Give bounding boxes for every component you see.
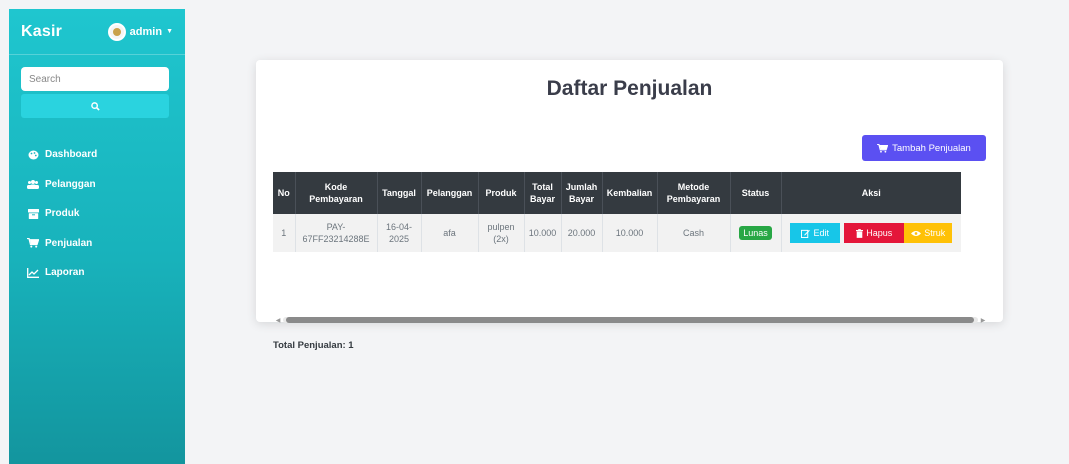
sidebar-item-label: Dashboard	[45, 149, 98, 161]
table-header-row: No Kode Pembayaran Tanggal Pelanggan Pro…	[273, 172, 961, 214]
cell-kembalian: 10.000	[601, 214, 657, 252]
sales-table: No Kode Pembayaran Tanggal Pelanggan Pro…	[273, 172, 961, 252]
avatar	[107, 22, 126, 41]
action-group: Edit Hapus Struk	[785, 223, 959, 243]
palette-icon	[27, 150, 39, 160]
cell-total: 10.000	[523, 214, 561, 252]
user-menu[interactable]: admin ▼	[107, 22, 173, 41]
column-header[interactable]: Produk	[477, 172, 524, 214]
cell-jumlah: 20.000	[560, 214, 602, 252]
column-header[interactable]: Status	[729, 172, 781, 214]
sales-card: Daftar Penjualan Tambah Penjualan No Kod…	[256, 60, 1003, 351]
search-icon	[90, 101, 100, 111]
sidebar-item-label: Laporan	[45, 267, 85, 279]
scroll-right-arrow-icon[interactable]: ▶	[978, 317, 988, 324]
status-badge: Lunas	[739, 226, 772, 240]
add-sale-button[interactable]: Tambah Penjualan	[862, 135, 986, 161]
trash-icon	[856, 228, 864, 238]
sidebar-item-label: Penjualan	[45, 237, 93, 249]
table-row: 1 PAY-67FF23214288E 16-04-2025 afa pulpe…	[273, 214, 961, 252]
sidebar-item-laporan[interactable]: Laporan	[9, 258, 185, 288]
cell-produk: pulpen (2x)	[477, 214, 524, 252]
cart-plus-icon	[877, 143, 889, 153]
sidebar-item-pelanggan[interactable]: Pelanggan	[9, 170, 185, 200]
search-form: Search	[21, 67, 173, 118]
column-header[interactable]: Tanggal	[376, 172, 421, 214]
column-header[interactable]: Total Bayar	[523, 172, 561, 214]
edit-label: Edit	[813, 228, 829, 238]
page-title: Daftar Penjualan	[546, 77, 713, 100]
cell-pelanggan: afa	[420, 214, 478, 252]
users-icon	[27, 179, 39, 189]
horizontal-scrollbar[interactable]: ◀ ▶	[273, 316, 988, 324]
column-header[interactable]: No	[273, 172, 295, 214]
search-input[interactable]: Search	[21, 67, 169, 91]
cell-status: Lunas	[729, 214, 781, 252]
brand-logo[interactable]: Kasir	[21, 23, 62, 41]
sidebar-item-penjualan[interactable]: Penjualan	[9, 229, 185, 259]
sidebar-nav: Dashboard Pelanggan Produk Penjualan Lap…	[9, 140, 185, 288]
search-button[interactable]	[21, 94, 169, 118]
scrollbar-thumb[interactable]	[286, 317, 974, 323]
column-header[interactable]: Kode Pembayaran	[294, 172, 377, 214]
cart-icon	[27, 238, 39, 248]
column-header[interactable]: Jumlah Bayar	[560, 172, 602, 214]
sidebar-item-label: Pelanggan	[45, 178, 96, 190]
scroll-left-arrow-icon[interactable]: ◀	[273, 317, 283, 324]
cell-aksi: Edit Hapus Struk	[780, 214, 961, 252]
edit-icon	[801, 229, 811, 238]
receipt-label: Struk	[924, 228, 946, 238]
column-header[interactable]: Aksi	[780, 172, 961, 214]
sidebar-header: Kasir admin ▼	[9, 9, 185, 55]
caret-down-icon: ▼	[166, 28, 173, 35]
cell-tanggal: 16-04-2025	[376, 214, 421, 252]
eye-icon	[911, 230, 922, 236]
chart-line-icon	[27, 267, 39, 278]
column-header[interactable]: Metode Pembayaran	[656, 172, 730, 214]
edit-button[interactable]: Edit	[790, 223, 841, 243]
add-sale-label: Tambah Penjualan	[892, 142, 971, 154]
sidebar: Kasir admin ▼ Search Dashboard Pelanggan	[9, 9, 185, 464]
delete-label: Hapus	[866, 228, 893, 238]
sidebar-item-label: Produk	[45, 208, 80, 220]
user-name: admin	[129, 25, 163, 38]
column-header[interactable]: Pelanggan	[420, 172, 478, 214]
delete-button[interactable]: Hapus	[844, 223, 905, 243]
cell-metode: Cash	[656, 214, 730, 252]
scrollbar-track[interactable]	[283, 317, 978, 323]
sidebar-item-produk[interactable]: Produk	[9, 199, 185, 229]
total-sales-label: Total Penjualan: 1	[273, 340, 354, 351]
receipt-button[interactable]: Struk	[904, 223, 953, 243]
cell-kode: PAY-67FF23214288E	[294, 214, 377, 252]
cell-no: 1	[281, 228, 287, 238]
box-icon	[27, 208, 39, 219]
sidebar-item-dashboard[interactable]: Dashboard	[9, 140, 185, 170]
column-header[interactable]: Kembalian	[601, 172, 657, 214]
